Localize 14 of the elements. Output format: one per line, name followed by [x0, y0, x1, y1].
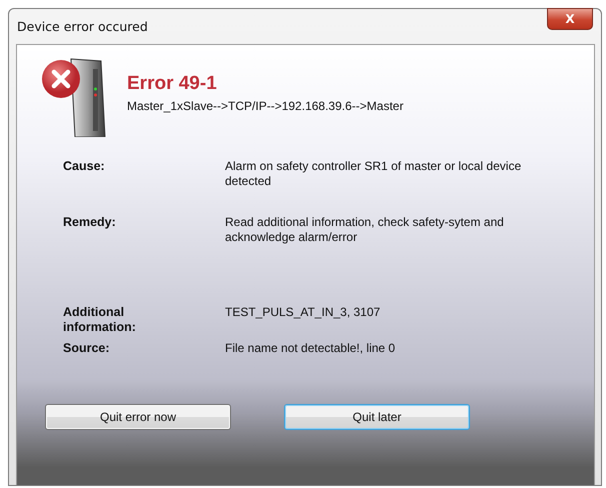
dialog-button[interactable]: Quit error now — [45, 404, 231, 430]
dialog-button[interactable]: Quit later — [284, 404, 470, 430]
detail-value: TEST_PULS_AT_IN_3, 3107 — [225, 305, 382, 321]
detail-value: File name not detectable!, line 0 — [225, 341, 396, 356]
detail-label: Cause: — [63, 159, 106, 175]
detail-label: Source: — [63, 341, 111, 356]
detail-label: Additional information: — [63, 305, 137, 335]
detail-value: Read additional information, check safety-sytem and acknowledge alarm/error — [225, 215, 505, 245]
window-title: Device error occured — [17, 19, 149, 34]
close-button[interactable]: X — [547, 8, 593, 30]
detail-label: Remedy: — [63, 215, 117, 231]
connection-path: Master_1xSlave-->TCP/IP-->192.168.39.6-->Master — [127, 99, 404, 113]
error-title: Error 49-1 — [127, 73, 218, 95]
detail-value: Alarm on safety controller SR1 of master or local device detected — [225, 159, 522, 189]
